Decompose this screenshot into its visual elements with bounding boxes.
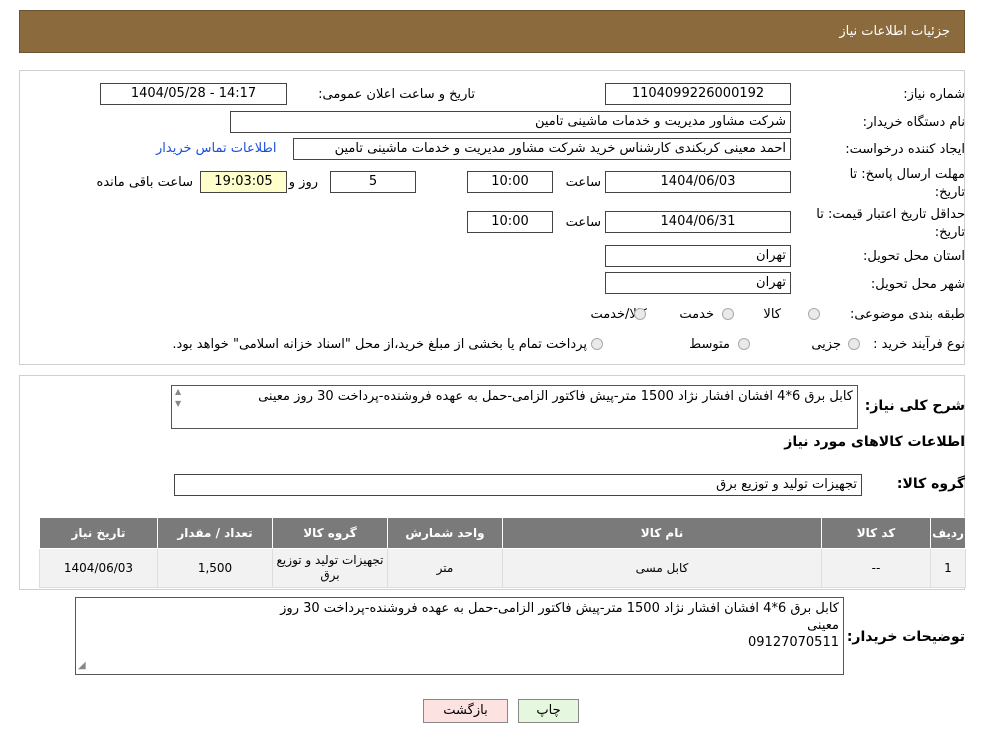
resize-handle-icon[interactable]: ◢ [78, 660, 86, 671]
province-field: تهران [605, 245, 791, 267]
category-radio-both[interactable] [634, 308, 646, 320]
back-button[interactable]: بازگشت [423, 699, 508, 723]
days-label: روز و [288, 175, 318, 190]
page-title: جزئیات اطلاعات نیاز [839, 24, 950, 39]
city-field: تهران [605, 272, 791, 294]
announce-field: 1404/05/28 - 14:17 [100, 83, 287, 105]
col-name: نام کالا [502, 517, 822, 549]
buyer-notes-label: توضیحات خریدار: [846, 629, 965, 645]
category-label: طبقه بندی موضوعی: [849, 307, 965, 322]
process-option-minor: جزیی [811, 337, 841, 352]
col-group: گروه کالا [272, 517, 388, 549]
deadline-label-2: تاریخ: [934, 185, 965, 200]
description-label: شرح کلی نیاز: [864, 398, 965, 414]
goods-section-title: اطلاعات کالاهای مورد نیاز [784, 434, 965, 450]
creator-label: ایجاد کننده درخواست: [845, 142, 965, 157]
remaining-label: ساعت باقی مانده [96, 175, 193, 190]
cell-name: کابل مسی [502, 548, 822, 588]
buyer-org-label: نام دستگاه خریدار: [862, 115, 965, 130]
days-field: 5 [330, 171, 416, 193]
col-index: ردیف [930, 517, 966, 549]
description-text: کابل برق 6*4 افشان افشار نژاد 1500 متر-پ… [258, 389, 853, 404]
deadline-date-field: 1404/06/03 [605, 171, 791, 193]
announce-value: 1404/05/28 - 14:17 [130, 86, 257, 101]
validity-label: حداقل تاریخ اعتبار قیمت: تا [816, 207, 965, 222]
cell-unit: متر [387, 548, 503, 588]
buyer-contact-link[interactable]: اطلاعات تماس خریدار [156, 141, 276, 156]
validity-time-field: 10:00 [467, 211, 553, 233]
cell-index: 1 [930, 548, 966, 588]
deadline-time-label: ساعت [565, 175, 601, 190]
goods-group-label: گروه کالا: [896, 476, 965, 492]
col-quantity: تعداد / مقدار [157, 517, 273, 549]
scroll-down-icon[interactable]: ▼ [175, 399, 181, 408]
need-number-label: شماره نیاز: [903, 87, 965, 102]
process-note: پرداخت تمام یا بخشی از مبلغ خرید،از محل … [172, 337, 587, 352]
need-number-field: 1104099226000192 [605, 83, 791, 105]
scroll-up-icon[interactable]: ▲ [175, 387, 181, 396]
validity-time-label: ساعت [565, 215, 601, 230]
validity-label-2: تاریخ: [934, 225, 965, 240]
col-code: کد کالا [821, 517, 931, 549]
buyer-notes-line-2: معینی [807, 618, 839, 633]
process-label: نوع فرآیند خرید : [873, 337, 965, 352]
buyer-notes-textarea: کابل برق 6*4 افشان افشار نژاد 1500 متر-پ… [75, 597, 844, 675]
cell-group: تجهیزات تولید و توزیع برق [272, 548, 388, 588]
validity-date-field: 1404/06/31 [605, 211, 791, 233]
process-radio-treasury[interactable] [591, 338, 603, 350]
process-radio-medium[interactable] [738, 338, 750, 350]
city-label: شهر محل تحویل: [870, 277, 965, 292]
goods-group-field: تجهیزات تولید و توزیع برق [174, 474, 862, 496]
announce-label: تاریخ و ساعت اعلان عمومی: [318, 87, 475, 102]
cell-code: -- [821, 548, 931, 588]
goods-table: ردیف کد کالا نام کالا واحد شمارش گروه کا… [39, 517, 966, 588]
creator-field: احمد معینی کربکندی کارشناس خرید شرکت مشا… [293, 138, 791, 160]
buyer-notes-line-1: کابل برق 6*4 افشان افشار نژاد 1500 متر-پ… [280, 601, 839, 616]
buyer-org-field: شرکت مشاور مدیریت و خدمات ماشینی تامین [230, 111, 791, 133]
category-radio-service[interactable] [722, 308, 734, 320]
deadline-label: مهلت ارسال پاسخ: تا [849, 167, 965, 182]
cell-date: 1404/06/03 [39, 548, 158, 588]
page-header: جزئیات اطلاعات نیاز [19, 10, 965, 53]
col-unit: واحد شمارش [387, 517, 503, 549]
cell-quantity: 1,500 [157, 548, 273, 588]
process-option-medium: متوسط [689, 337, 730, 352]
print-button[interactable]: چاپ [518, 699, 579, 723]
deadline-time-field: 10:00 [467, 171, 553, 193]
province-label: استان محل تحویل: [863, 249, 965, 264]
remaining-time-field: 19:03:05 [200, 171, 287, 193]
col-date: تاریخ نیاز [39, 517, 158, 549]
category-option-goods: کالا [763, 307, 781, 322]
category-option-service: خدمت [679, 307, 714, 322]
buyer-notes-line-3: 09127070511 [748, 635, 839, 650]
process-radio-minor[interactable] [848, 338, 860, 350]
category-radio-goods[interactable] [808, 308, 820, 320]
description-textarea: کابل برق 6*4 افشان افشار نژاد 1500 متر-پ… [171, 385, 858, 429]
table-row: 1 -- کابل مسی متر تجهیزات تولید و توزیع … [39, 548, 966, 588]
